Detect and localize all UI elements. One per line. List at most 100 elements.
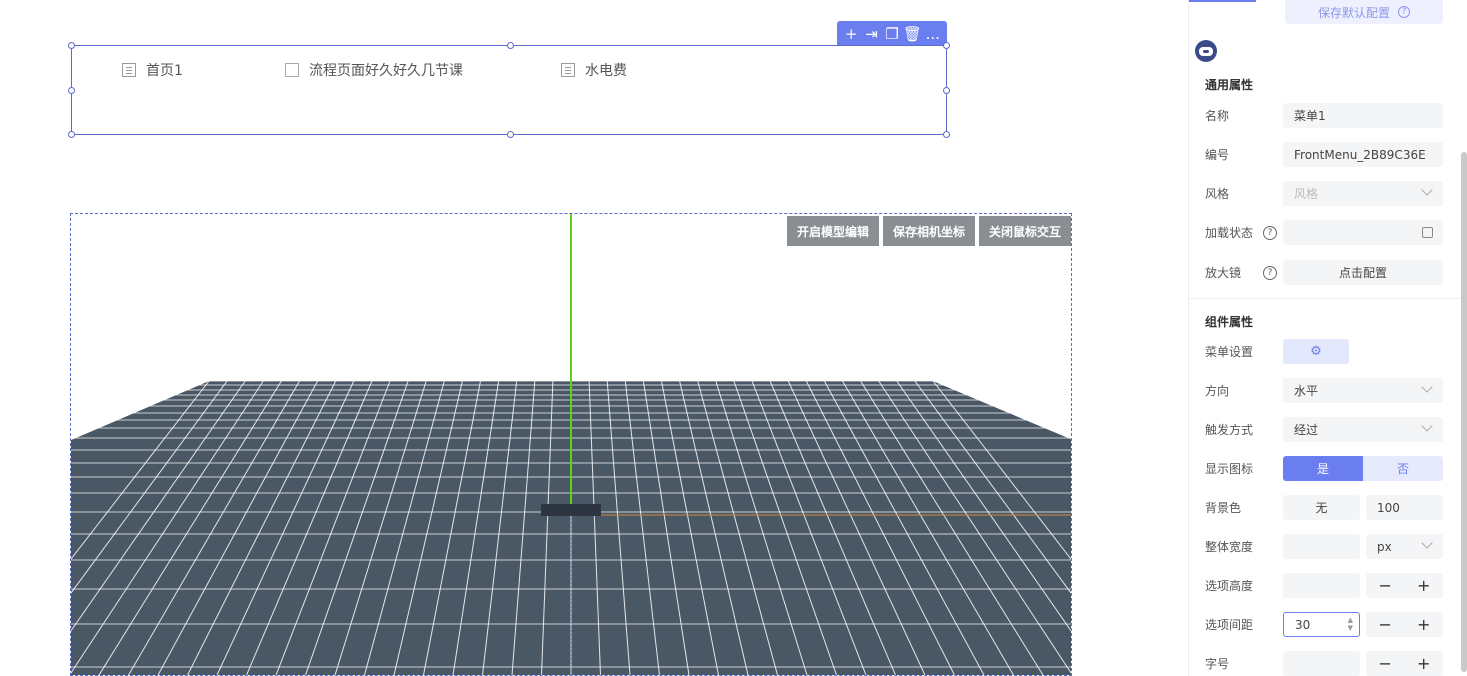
- name-input[interactable]: 菜单1: [1283, 103, 1443, 128]
- panel-scrollbar[interactable]: [1461, 152, 1467, 672]
- width-unit-value: px: [1377, 539, 1392, 554]
- name-row: 名称 菜单1: [1205, 103, 1443, 128]
- app-root: + ⇥ ❐ 🗑 ... 首页1 流程页面好久好久几节课 水电费 开启模型编辑 保…: [0, 0, 1467, 676]
- item-gap-label: 选项间距: [1205, 618, 1254, 632]
- grid-icon: [561, 63, 575, 77]
- plus-icon[interactable]: +: [1417, 615, 1430, 634]
- background-label: 背景色: [1205, 501, 1242, 515]
- menu-item-home[interactable]: 首页1: [122, 60, 285, 80]
- copy-icon[interactable]: ❐: [883, 25, 901, 43]
- design-canvas[interactable]: + ⇥ ❐ 🗑 ... 首页1 流程页面好久好久几节课 水电费 开启模型编辑 保…: [0, 0, 1188, 676]
- gear-icon[interactable]: ⚙: [1283, 339, 1349, 364]
- background-opacity-input[interactable]: 100: [1366, 495, 1443, 520]
- component-section-title: 组件属性: [1205, 315, 1254, 329]
- id-label: 编号: [1205, 148, 1230, 162]
- show-icon-no-button[interactable]: 否: [1363, 456, 1443, 481]
- resize-handle[interactable]: [68, 87, 75, 94]
- direction-row: 方向 水平: [1205, 378, 1443, 403]
- loading-state-input[interactable]: [1283, 220, 1443, 245]
- delete-icon[interactable]: 🗑: [903, 25, 922, 43]
- trigger-select[interactable]: 经过: [1283, 417, 1443, 442]
- item-height-input[interactable]: [1283, 573, 1360, 598]
- resize-handle[interactable]: [507, 131, 514, 138]
- more-icon[interactable]: ...: [924, 25, 942, 43]
- item-height-stepper: − +: [1366, 573, 1443, 598]
- item-gap-input[interactable]: 30 ▲ ▼: [1283, 612, 1360, 637]
- disable-mouse-interaction-button[interactable]: 关闭鼠标交互: [978, 216, 1071, 246]
- general-section-title: 通用属性: [1205, 78, 1254, 92]
- menu-component[interactable]: 首页1 流程页面好久好久几节课 水电费: [68, 42, 950, 138]
- background-row: 背景色 无 100: [1205, 495, 1443, 520]
- resize-handle[interactable]: [943, 131, 950, 138]
- help-icon[interactable]: ?: [1263, 265, 1278, 280]
- item-gap-value: 30: [1295, 617, 1311, 632]
- help-icon[interactable]: ?: [1263, 225, 1278, 240]
- spin-arrows-icon[interactable]: ▲ ▼: [1348, 616, 1353, 632]
- loading-row: 加载状态 ?: [1205, 220, 1443, 245]
- minus-icon[interactable]: −: [1379, 615, 1392, 634]
- menu-item-label: 首页1: [146, 63, 183, 79]
- width-row: 整体宽度 px: [1205, 534, 1443, 559]
- plus-icon[interactable]: +: [1417, 654, 1430, 673]
- save-camera-button[interactable]: 保存相机坐标: [882, 216, 975, 246]
- trigger-value: 经过: [1294, 423, 1319, 437]
- enable-model-edit-button[interactable]: 开启模型编辑: [786, 216, 879, 246]
- resize-handle[interactable]: [943, 87, 950, 94]
- item-height-row: 选项高度 − +: [1205, 573, 1443, 598]
- resize-handle[interactable]: [68, 131, 75, 138]
- menu-settings-label: 菜单设置: [1205, 345, 1254, 359]
- show-icon-row: 显示图标 是 否: [1205, 456, 1443, 481]
- resize-handle[interactable]: [68, 42, 75, 49]
- font-size-input[interactable]: [1283, 651, 1360, 676]
- width-unit-select[interactable]: px: [1366, 534, 1443, 559]
- minus-icon[interactable]: −: [1379, 576, 1392, 595]
- move-icon[interactable]: ⇥: [863, 25, 881, 43]
- width-input[interactable]: [1283, 534, 1360, 559]
- section-divider: [1189, 298, 1467, 299]
- resize-handle[interactable]: [507, 42, 514, 49]
- style-placeholder: 风格: [1294, 187, 1319, 201]
- background-color-picker[interactable]: 无: [1283, 495, 1360, 520]
- menu-items: 首页1 流程页面好久好久几节课 水电费: [122, 60, 627, 80]
- menu-item-flow[interactable]: 流程页面好久好久几节课: [285, 60, 561, 80]
- save-default-label: 保存默认配置: [1317, 5, 1390, 20]
- show-icon-yes-button[interactable]: 是: [1283, 456, 1363, 481]
- resize-handle[interactable]: [943, 42, 950, 49]
- magnifier-config-button[interactable]: 点击配置: [1283, 260, 1443, 285]
- menu-item-label: 流程页面好久好久几节课: [309, 63, 463, 79]
- direction-select[interactable]: 水平: [1283, 378, 1443, 403]
- grid-icon: [122, 63, 136, 77]
- menu-item-utilities[interactable]: 水电费: [561, 60, 627, 80]
- robot-avatar-icon[interactable]: [1195, 40, 1217, 62]
- font-size-label: 字号: [1205, 657, 1230, 671]
- trigger-row: 触发方式 经过: [1205, 417, 1443, 442]
- item-gap-stepper: − +: [1366, 612, 1443, 637]
- item-gap-row: 选项间距 30 ▲ ▼ − +: [1205, 612, 1443, 637]
- plus-icon[interactable]: +: [1417, 576, 1430, 595]
- chevron-down-icon: [1421, 381, 1433, 393]
- chevron-down-icon: [1421, 420, 1433, 432]
- direction-value: 水平: [1294, 384, 1319, 398]
- menu-item-label: 水电费: [585, 63, 627, 79]
- direction-label: 方向: [1205, 384, 1230, 398]
- minus-icon[interactable]: −: [1379, 654, 1392, 673]
- 3d-grid-floor: [71, 214, 1071, 675]
- item-height-label: 选项高度: [1205, 579, 1254, 593]
- add-icon[interactable]: +: [842, 25, 860, 43]
- menu-settings-row: 菜单设置 ⚙: [1205, 339, 1443, 364]
- trigger-label: 触发方式: [1205, 423, 1254, 437]
- 3d-scene[interactable]: 开启模型编辑 保存相机坐标 关闭鼠标交互: [70, 213, 1072, 676]
- grid-picker-icon[interactable]: [1422, 227, 1433, 238]
- font-size-row: 字号 − +: [1205, 651, 1443, 676]
- style-select[interactable]: 风格: [1283, 181, 1443, 206]
- style-row: 风格 风格: [1205, 181, 1443, 206]
- magnifier-row: 放大镜 ? 点击配置: [1205, 260, 1443, 285]
- save-default-config-button[interactable]: 保存默认配置 ?: [1285, 0, 1443, 24]
- width-label: 整体宽度: [1205, 540, 1254, 554]
- magnifier-label: 放大镜 ?: [1205, 264, 1283, 281]
- properties-panel: 保存默认配置 ? 通用属性 名称 菜单1 编号 FrontMenu_2B89C3…: [1188, 0, 1467, 676]
- help-icon[interactable]: ?: [1398, 6, 1410, 18]
- loading-label-text: 加载状态: [1205, 226, 1254, 240]
- id-input[interactable]: FrontMenu_2B89C36E: [1283, 142, 1443, 167]
- font-size-stepper: − +: [1366, 651, 1443, 676]
